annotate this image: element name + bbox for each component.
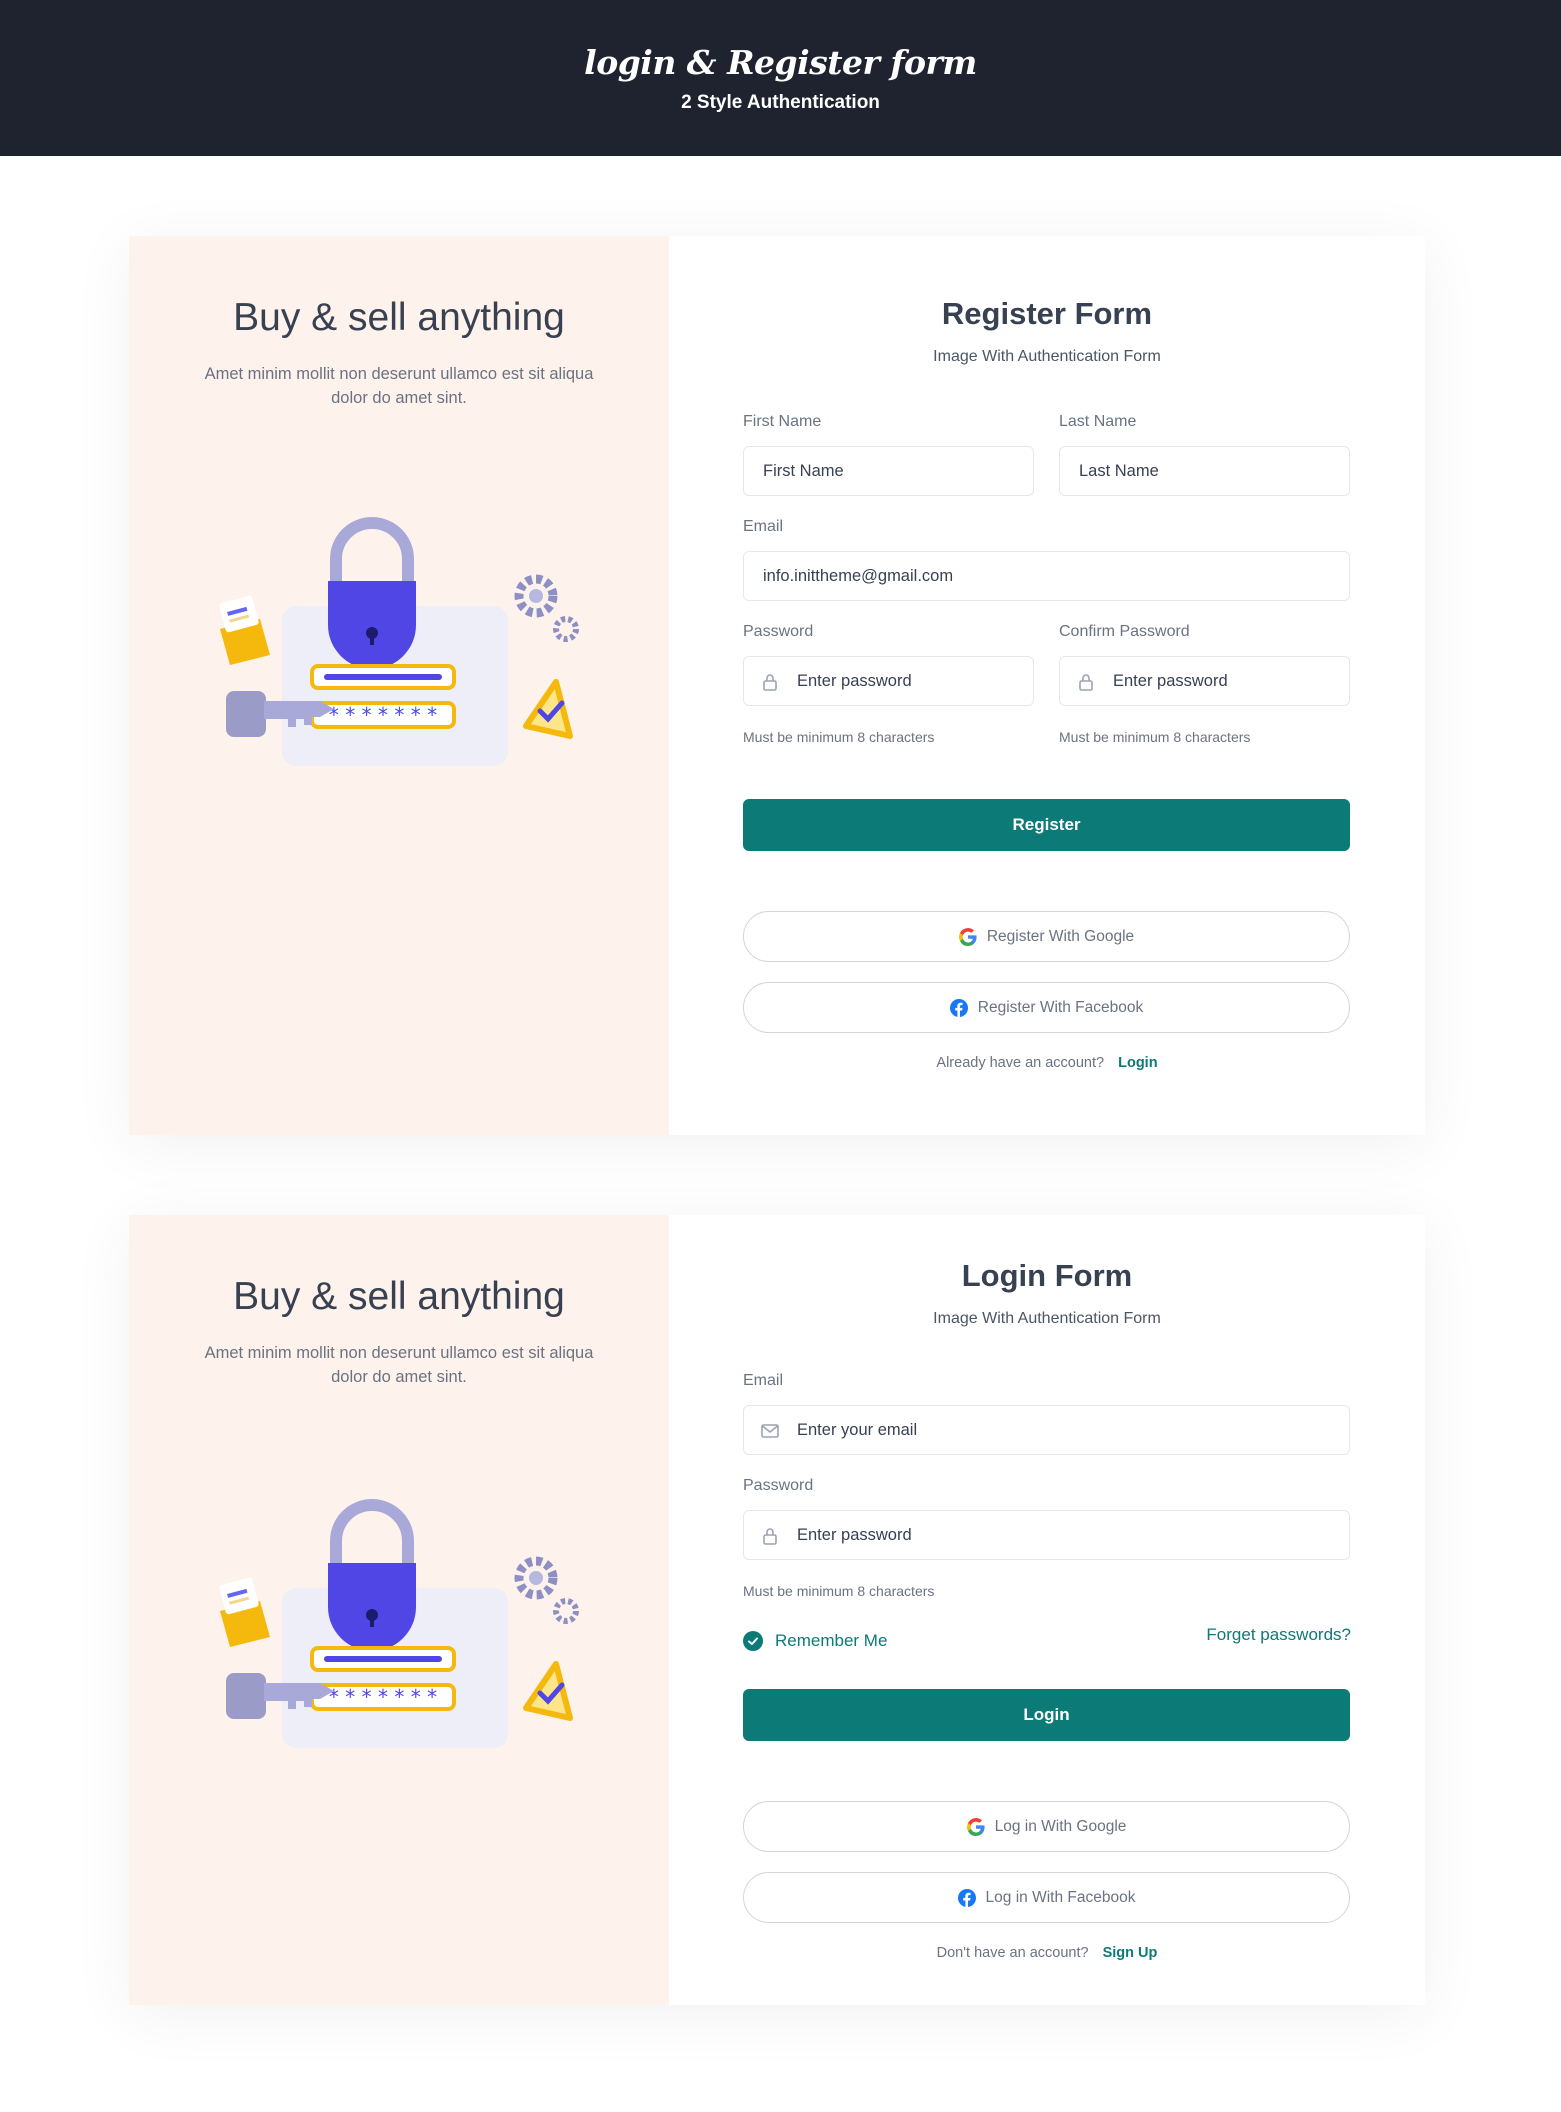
security-illustration: [214, 1493, 594, 1773]
login-google-label: Log in With Google: [994, 1817, 1127, 1835]
register-card: Buy & sell anything Amet minim mollit no…: [129, 236, 1425, 1135]
first-name-input[interactable]: First Name: [743, 446, 1034, 496]
login-facebook-button[interactable]: Log in With Facebook: [743, 1872, 1350, 1923]
login-password-input[interactable]: Enter password: [743, 1510, 1350, 1560]
lock-icon: [760, 672, 780, 692]
login-title: Login Form: [961, 1258, 1133, 1293]
signup-prompt: Don't have an account? Sign Up: [669, 1945, 1425, 1961]
promo-text: Amet minim mollit non deserunt ullamco e…: [204, 365, 594, 407]
promo-title: Buy & sell anything: [233, 1275, 565, 1318]
promo-title: Buy & sell anything: [233, 296, 565, 339]
facebook-icon: [958, 1889, 976, 1907]
last-name-placeholder: Last Name: [1079, 461, 1159, 480]
page-subtitle: 2 Style Authentication: [681, 91, 880, 113]
page-header: login & Register form 2 Style Authentica…: [0, 0, 1561, 156]
confirm-password-input[interactable]: Enter password: [1059, 656, 1350, 706]
security-illustration: [214, 511, 594, 791]
google-icon: [967, 1818, 985, 1836]
promo-text: Amet minim mollit non deserunt ullamco e…: [204, 1344, 594, 1386]
email-value: info.inittheme@gmail.com: [763, 566, 954, 585]
login-google-button[interactable]: Log in With Google: [743, 1801, 1350, 1852]
first-name-label: First Name: [743, 413, 822, 430]
register-facebook-label: Register With Facebook: [977, 998, 1144, 1016]
register-subtitle: Image With Authentication Form: [933, 348, 1161, 365]
register-google-label: Register With Google: [986, 927, 1135, 945]
page-title: login & Register form: [584, 42, 977, 82]
login-card: Buy & sell anything Amet minim mollit no…: [129, 1215, 1425, 2005]
email-input[interactable]: info.inittheme@gmail.com: [743, 551, 1350, 601]
check-icon: [743, 1631, 763, 1651]
password-hint: Must be minimum 8 characters: [743, 729, 935, 745]
lock-icon: [760, 1526, 780, 1546]
signup-link[interactable]: Sign Up: [1103, 1945, 1158, 1961]
confirm-password-label: Confirm Password: [1059, 623, 1190, 640]
register-title: Register Form: [941, 296, 1153, 331]
password-input[interactable]: Enter password: [743, 656, 1034, 706]
register-facebook-button[interactable]: Register With Facebook: [743, 982, 1350, 1033]
confirm-password-placeholder: Enter password: [1113, 671, 1228, 690]
login-email-input[interactable]: Enter your email: [743, 1405, 1350, 1455]
login-facebook-label: Log in With Facebook: [985, 1888, 1136, 1906]
register-google-button[interactable]: Register With Google: [743, 911, 1350, 962]
promo-panel: Buy & sell anything Amet minim mollit no…: [129, 1215, 669, 2005]
login-password-hint: Must be minimum 8 characters: [743, 1583, 935, 1599]
promo-panel: Buy & sell anything Amet minim mollit no…: [129, 236, 669, 1135]
login-prompt-text: Already have an account?: [936, 1055, 1105, 1071]
login-link[interactable]: Login: [1118, 1055, 1157, 1071]
lock-icon: [1076, 672, 1096, 692]
remember-me-checkbox[interactable]: Remember Me: [743, 1631, 887, 1651]
login-prompt: Already have an account? Login: [669, 1055, 1425, 1071]
password-label: Password: [743, 623, 814, 640]
first-name-placeholder: First Name: [763, 461, 844, 480]
confirm-password-hint: Must be minimum 8 characters: [1059, 729, 1251, 745]
signup-prompt-text: Don't have an account?: [936, 1945, 1089, 1961]
login-password-label: Password: [743, 1477, 814, 1494]
forget-password-link[interactable]: Forget passwords?: [1206, 1625, 1351, 1645]
login-form: Login Form Image With Authentication For…: [669, 1215, 1425, 2005]
facebook-icon: [950, 999, 968, 1017]
last-name-label: Last Name: [1059, 413, 1137, 430]
register-form: Register Form Image With Authentication …: [669, 236, 1425, 1135]
mail-icon: [760, 1421, 780, 1441]
login-subtitle: Image With Authentication Form: [933, 1310, 1161, 1327]
login-button[interactable]: Login: [743, 1689, 1350, 1741]
register-button[interactable]: Register: [743, 799, 1350, 851]
google-icon: [959, 928, 977, 946]
login-password-placeholder: Enter password: [797, 1525, 912, 1544]
email-label: Email: [743, 518, 784, 535]
remember-me-label: Remember Me: [775, 1631, 888, 1650]
last-name-input[interactable]: Last Name: [1059, 446, 1350, 496]
login-email-label: Email: [743, 1372, 784, 1389]
login-email-placeholder: Enter your email: [797, 1420, 918, 1439]
password-placeholder: Enter password: [797, 671, 912, 690]
